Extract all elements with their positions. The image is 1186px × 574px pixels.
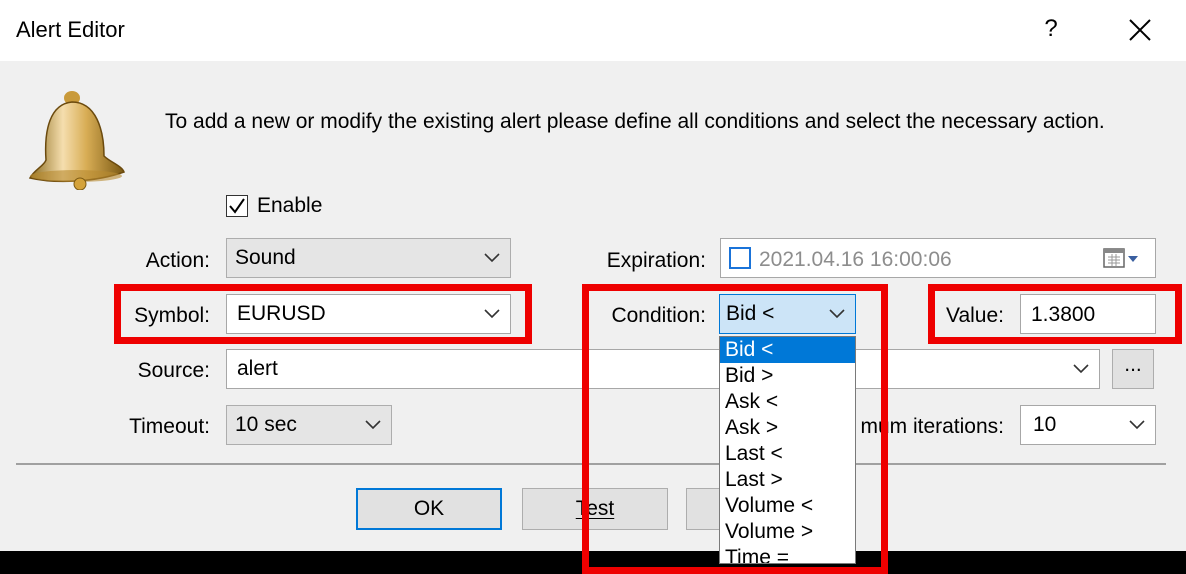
help-button[interactable]: ? xyxy=(1036,14,1066,44)
ok-button[interactable]: OK xyxy=(356,488,502,530)
max-iterations-select[interactable]: 10 xyxy=(1020,405,1156,445)
timeout-value: 10 sec xyxy=(235,413,297,436)
browse-source-button[interactable]: ... xyxy=(1112,349,1154,389)
window-title: Alert Editor xyxy=(16,17,125,42)
expiration-checkbox[interactable] xyxy=(729,247,751,269)
max-iterations-value: 10 xyxy=(1033,413,1057,436)
title-bar: Alert Editor ? xyxy=(0,0,1186,61)
chevron-down-icon xyxy=(1073,364,1089,374)
expiration-label: Expiration: xyxy=(606,249,706,272)
enable-label: Enable xyxy=(257,194,323,217)
close-button[interactable] xyxy=(1124,14,1156,46)
chevron-down-icon xyxy=(365,420,381,430)
enable-checkbox[interactable] xyxy=(226,195,248,217)
close-icon xyxy=(1129,19,1151,41)
calendar-icon[interactable] xyxy=(1103,247,1139,269)
checkmark-icon xyxy=(229,198,245,214)
condition-highlight-box xyxy=(582,284,888,574)
instruction-text: To add a new or modify the existing aler… xyxy=(165,110,1105,133)
action-value: Sound xyxy=(235,246,296,269)
expiration-datetime-field[interactable]: 2021.04.16 16:00:06 xyxy=(720,238,1156,278)
timeout-select[interactable]: 10 sec xyxy=(226,405,392,445)
symbol-highlight-box xyxy=(114,284,532,344)
action-select[interactable]: Sound xyxy=(226,238,511,278)
chevron-down-icon xyxy=(484,253,500,263)
value-highlight-box xyxy=(928,284,1182,344)
source-label: Source: xyxy=(137,359,210,382)
source-value: alert xyxy=(237,357,278,380)
bell-icon xyxy=(28,91,125,190)
expiration-value: 2021.04.16 16:00:06 xyxy=(759,248,952,271)
timeout-label: Timeout: xyxy=(129,415,210,438)
action-label: Action: xyxy=(145,249,210,272)
chevron-down-icon xyxy=(1129,420,1145,430)
